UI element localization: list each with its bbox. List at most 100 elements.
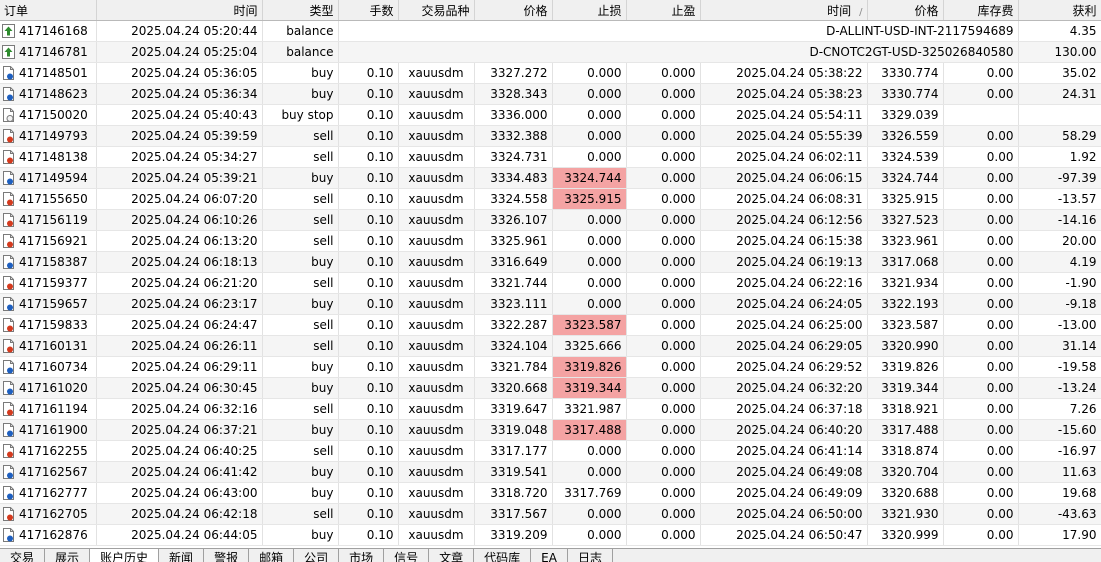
symbol-cell: xauusdm	[398, 440, 475, 462]
table-row[interactable]: 417162705 2025.04.24 06:42:18 sell 0.10 xauu…	[0, 503, 1101, 525]
table-row[interactable]: 417148138 2025.04.24 05:34:27 sell 0.10 xauu…	[0, 146, 1101, 168]
time-cell: 2025.04.24 06:23:17	[96, 293, 263, 315]
ticket-cell: 417148623	[0, 83, 97, 105]
table-row[interactable]: 417155650 2025.04.24 06:07:20 sell 0.10 xauu…	[0, 188, 1101, 210]
volume-cell: 0.10	[338, 503, 399, 525]
volume-cell: 0.10	[338, 398, 399, 420]
ticket-cell: 417146168	[0, 20, 97, 42]
table-row[interactable]: 417156921 2025.04.24 06:13:20 sell 0.10 xauu…	[0, 230, 1101, 252]
tab-信号[interactable]: 信号	[384, 549, 430, 562]
ticket-cell: 417146781	[0, 41, 97, 63]
close-time-cell: 2025.04.24 06:41:14	[700, 440, 868, 462]
table-row[interactable]: 417149594 2025.04.24 05:39:21 buy 0.10 xauus…	[0, 167, 1101, 189]
table-row[interactable]: 417160131 2025.04.24 06:26:11 sell 0.10 xauu…	[0, 335, 1101, 357]
column-header[interactable]: 价格	[474, 0, 553, 21]
close-time-cell: 2025.04.24 06:24:05	[700, 293, 868, 315]
tab-账户历史[interactable]: 账户历史	[90, 549, 160, 562]
stop-loss-cell: 3317.488	[552, 419, 627, 441]
column-header[interactable]: 时间	[96, 0, 263, 21]
column-header[interactable]: 手数	[338, 0, 399, 21]
symbol-cell: xauusdm	[398, 188, 475, 210]
table-row[interactable]: 417150020 2025.04.24 05:40:43 buy stop 0.10…	[0, 104, 1101, 126]
tab-警报[interactable]: 警报	[204, 549, 250, 562]
column-header[interactable]: 止损	[552, 0, 627, 21]
swap-cell: 0.00	[943, 167, 1019, 189]
time-cell: 2025.04.24 05:34:27	[96, 146, 263, 168]
type-cell: sell	[262, 314, 339, 336]
column-header[interactable]: 订单	[0, 0, 97, 21]
symbol-cell: xauusdm	[398, 293, 475, 315]
tab-公司[interactable]: 公司	[294, 549, 340, 562]
ticket-cell: 417156119	[0, 209, 97, 231]
tab-新闻[interactable]: 新闻	[159, 549, 205, 562]
price-cell: 3324.104	[474, 335, 553, 357]
table-row[interactable]: 417159833 2025.04.24 06:24:47 sell 0.10 xauu…	[0, 314, 1101, 336]
tab-日志[interactable]: 日志	[568, 549, 613, 562]
volume-cell: 0.10	[338, 83, 399, 105]
tab-展示[interactable]: 展示	[45, 549, 91, 562]
table-row[interactable]: 417162255 2025.04.24 06:40:25 sell 0.10 xauu…	[0, 440, 1101, 462]
history-table: 订单 时间 类型 手数 交易品种 价格 止损 止盈 时间 / 价格 库存费 获利 417146168 20…	[0, 0, 1101, 546]
stop-loss-cell: 0.000	[552, 83, 627, 105]
tab-邮箱[interactable]: 邮箱	[249, 549, 295, 562]
buy-order-icon	[3, 486, 14, 500]
buy-order-icon	[3, 423, 14, 437]
profit-cell: -14.16	[1018, 209, 1101, 231]
swap-cell: 0.00	[943, 314, 1019, 336]
tab-文章[interactable]: 文章	[429, 549, 475, 562]
tab-交易[interactable]: 交易	[0, 549, 46, 562]
take-profit-cell: 0.000	[626, 167, 701, 189]
table-row[interactable]: 417159657 2025.04.24 06:23:17 buy 0.10 xauus…	[0, 293, 1101, 315]
symbol-cell: xauusdm	[398, 146, 475, 168]
table-row[interactable]: 417160734 2025.04.24 06:29:11 buy 0.10 xauus…	[0, 356, 1101, 378]
time-cell: 2025.04.24 06:44:05	[96, 524, 263, 546]
time-cell: 2025.04.24 05:39:21	[96, 167, 263, 189]
time-cell: 2025.04.24 06:32:16	[96, 398, 263, 420]
tab-EA[interactable]: EA	[531, 549, 568, 562]
type-cell: buy stop	[262, 104, 339, 126]
tab-市场[interactable]: 市场	[339, 549, 385, 562]
stop-loss-cell: 0.000	[552, 293, 627, 315]
profit-cell: 17.90	[1018, 524, 1101, 546]
table-row[interactable]: 417162876 2025.04.24 06:44:05 buy 0.10 xauus…	[0, 524, 1101, 546]
swap-cell: 0.00	[943, 419, 1019, 441]
price-cell: 3332.388	[474, 125, 553, 147]
type-cell: buy	[262, 419, 339, 441]
column-header[interactable]: 类型	[262, 0, 339, 21]
table-row[interactable]: 417148501 2025.04.24 05:36:05 buy 0.10 xauus…	[0, 62, 1101, 84]
swap-cell: 0.00	[943, 356, 1019, 378]
close-price-cell: 3318.874	[867, 440, 944, 462]
column-header[interactable]: 交易品种	[398, 0, 475, 21]
close-price-cell: 3327.523	[867, 209, 944, 231]
column-header[interactable]: 获利	[1018, 0, 1101, 21]
table-row[interactable]: 417161900 2025.04.24 06:37:21 buy 0.10 xauus…	[0, 419, 1101, 441]
table-row[interactable]: 417161194 2025.04.24 06:32:16 sell 0.10 xauu…	[0, 398, 1101, 420]
table-row[interactable]: 417149793 2025.04.24 05:39:59 sell 0.10 xauu…	[0, 125, 1101, 147]
table-row[interactable]: 417146168 2025.04.24 05:20:44 balance D-ALL…	[0, 20, 1101, 42]
column-header[interactable]: 时间 /	[700, 0, 868, 21]
profit-cell: 1.92	[1018, 146, 1101, 168]
profit-cell: -16.97	[1018, 440, 1101, 462]
table-body: 417146168 2025.04.24 05:20:44 balance D-ALL…	[0, 20, 1101, 546]
table-row[interactable]: 417148623 2025.04.24 05:36:34 buy 0.10 xauus…	[0, 83, 1101, 105]
column-header[interactable]: 库存费	[943, 0, 1019, 21]
table-row[interactable]: 417162567 2025.04.24 06:41:42 buy 0.10 xauus…	[0, 461, 1101, 483]
profit-cell: 24.31	[1018, 83, 1101, 105]
column-header[interactable]: 价格	[867, 0, 944, 21]
close-time-cell: 2025.04.24 06:22:16	[700, 272, 868, 294]
profit-cell: -19.58	[1018, 356, 1101, 378]
tab-代码库[interactable]: 代码库	[474, 549, 532, 562]
table-row[interactable]: 417162777 2025.04.24 06:43:00 buy 0.10 xauus…	[0, 482, 1101, 504]
table-row[interactable]: 417146781 2025.04.24 05:25:04 balance D-CNO…	[0, 41, 1101, 63]
table-row[interactable]: 417161020 2025.04.24 06:30:45 buy 0.10 xauus…	[0, 377, 1101, 399]
sell-order-icon	[3, 276, 14, 290]
table-row[interactable]: 417159377 2025.04.24 06:21:20 sell 0.10 xauu…	[0, 272, 1101, 294]
sell-order-icon	[3, 213, 14, 227]
column-header[interactable]: 止盈	[626, 0, 701, 21]
ticket-cell: 417161900	[0, 419, 97, 441]
take-profit-cell: 0.000	[626, 230, 701, 252]
table-row[interactable]: 417156119 2025.04.24 06:10:26 sell 0.10 xauu…	[0, 209, 1101, 231]
table-row[interactable]: 417158387 2025.04.24 06:18:13 buy 0.10 xauus…	[0, 251, 1101, 273]
ticket-cell: 417158387	[0, 251, 97, 273]
take-profit-cell: 0.000	[626, 377, 701, 399]
